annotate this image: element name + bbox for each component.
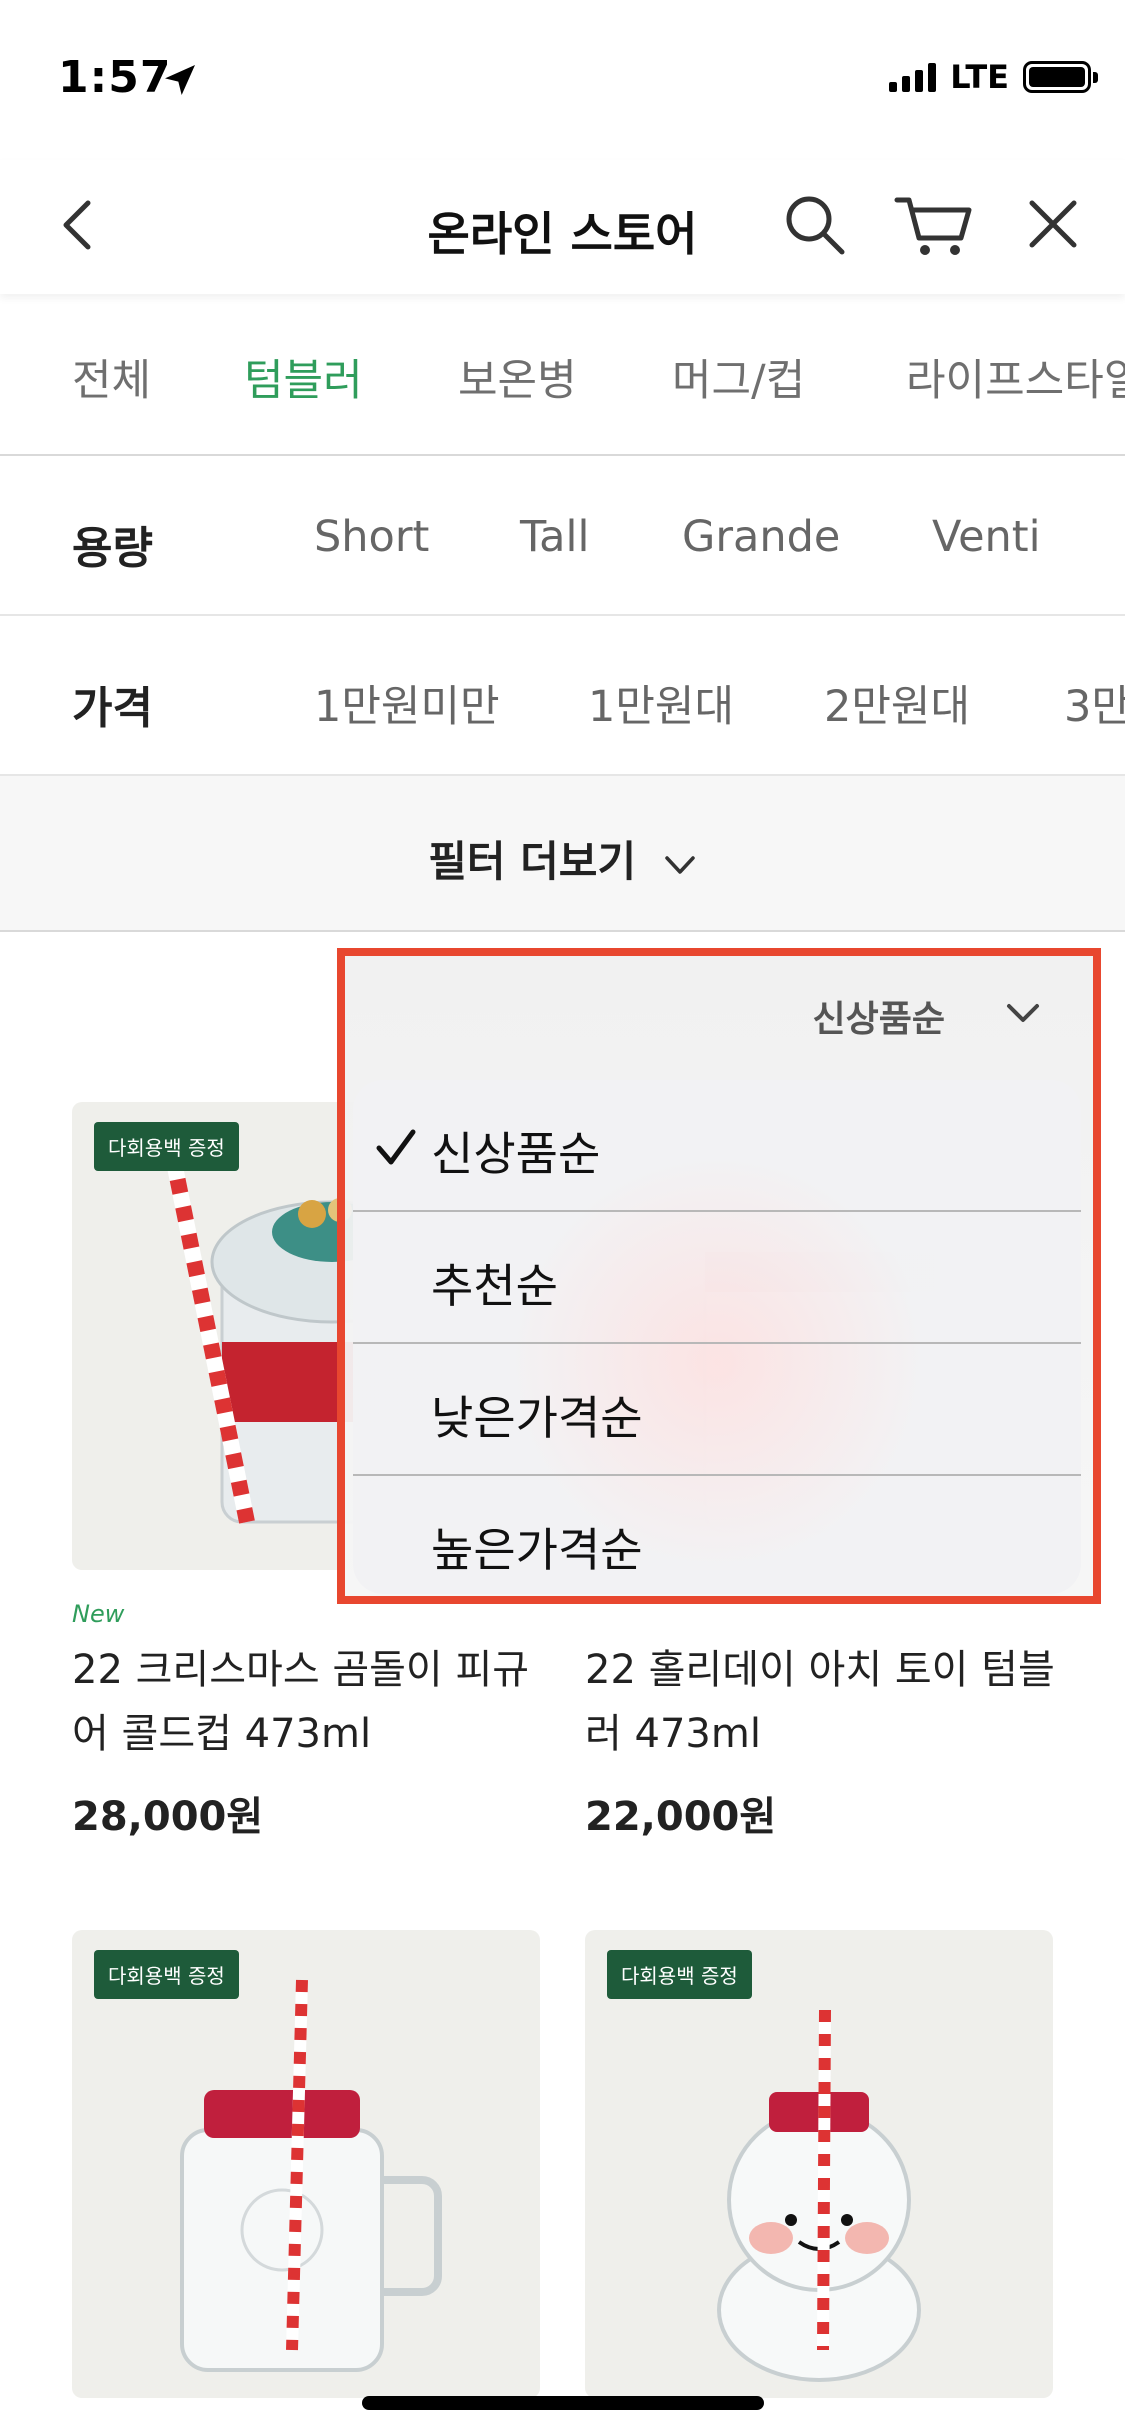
status-time: 1:57 [58,52,172,103]
battery-icon [1023,61,1098,93]
tab-mug-cup[interactable]: 머그/컵 [672,346,805,408]
sort-option-label: 낮은가격순 [431,1391,643,1445]
price-filter-label: 가격 [72,683,153,734]
new-label: New [72,1600,125,1628]
top-nav: 온라인 스토어 [0,160,1125,294]
tab-lifestyle[interactable]: 라이프스타일 [906,346,1125,408]
sort-dropdown: 신상품순 신상품순 추천순 낮은가격순 높은가격순 [337,948,1101,1604]
mason-jar-illustration [180,1979,442,2372]
more-filter-button[interactable]: 필터 더보기 [0,776,1125,932]
sort-option-label: 추천순 [431,1259,558,1313]
cellular-signal-icon [889,62,937,92]
close-icon[interactable] [1022,193,1084,255]
category-tabs: 전체 텀블러 보온병 머그/컵 라이프스타일 [0,296,1125,456]
tab-thermos[interactable]: 보온병 [458,346,577,408]
sort-option-price-high[interactable]: 높은가격순 [353,1476,1081,1594]
price-option-10k[interactable]: 1만원대 [588,672,734,734]
price-option-under-10k[interactable]: 1만원미만 [314,672,500,734]
search-icon[interactable] [780,190,850,260]
gift-badge: 다회용백 증정 [94,1950,239,1999]
price-filter-row: 가격 1만원미만 1만원대 2만원대 3만원대 [0,618,1125,776]
location-arrow-icon [165,65,195,95]
capacity-filter-row: 용량 Short Tall Grande Venti [0,458,1125,616]
tab-tumbler[interactable]: 텀블러 [244,346,363,408]
capacity-option-venti[interactable]: Venti [932,512,1041,562]
sort-option-price-low[interactable]: 낮은가격순 [353,1344,1081,1476]
product-name[interactable]: 22 홀리데이 아치 토이 텀블러 473ml [585,1638,1065,1766]
capacity-option-short[interactable]: Short [314,512,429,562]
price-option-20k[interactable]: 2만원대 [824,672,970,734]
more-filter-label: 필터 더보기 [428,837,637,886]
capacity-option-grande[interactable]: Grande [682,512,840,562]
bear-jar-illustration [717,2009,921,2382]
product-price: 22,000원 [585,1794,777,1840]
sort-current-label[interactable]: 신상품순 [813,990,945,1042]
sort-option-recommended[interactable]: 추천순 [353,1212,1081,1344]
product-card[interactable]: 다회용백 증정 [72,1930,540,2400]
product-image[interactable]: 다회용백 증정 [585,1930,1053,2398]
status-indicators: LTE [889,58,1098,96]
home-indicator[interactable] [362,2396,764,2410]
checkmark-icon [376,1129,416,1165]
sort-option-label: 높은가격순 [431,1523,643,1577]
product-price: 28,000원 [72,1794,264,1840]
tab-all[interactable]: 전체 [72,346,151,408]
network-type: LTE [950,58,1009,96]
capacity-filter-label: 용량 [72,523,153,574]
product-card[interactable]: 다회용백 증정 [585,1930,1053,2400]
gift-badge: 다회용백 증정 [94,1122,239,1171]
sort-menu: 신상품순 추천순 낮은가격순 높은가격순 [353,1080,1081,1594]
cart-icon[interactable] [893,190,973,260]
product-image[interactable]: 다회용백 증정 [72,1930,540,2398]
gift-badge: 다회용백 증정 [607,1950,752,1999]
price-option-30k[interactable]: 3만원대 [1064,672,1125,734]
chevron-down-icon[interactable] [1003,992,1043,1032]
product-name[interactable]: 22 크리스마스 곰돌이 피규어 콜드컵 473ml [72,1638,552,1766]
chevron-down-icon [664,855,695,874]
capacity-option-tall[interactable]: Tall [520,512,589,562]
sort-option-label: 신상품순 [431,1127,601,1181]
status-bar: 1:57 LTE [0,0,1125,160]
sort-option-newest[interactable]: 신상품순 [353,1080,1081,1212]
